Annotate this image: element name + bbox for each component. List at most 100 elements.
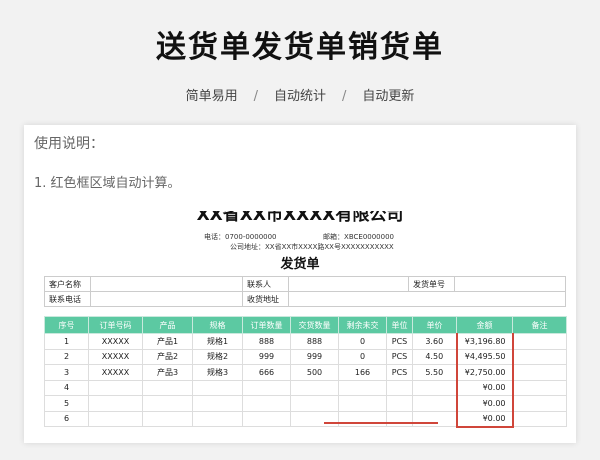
table-cell[interactable]: 5.50	[412, 364, 457, 381]
table-cell[interactable]	[386, 410, 413, 427]
phone-field[interactable]	[90, 291, 243, 307]
table-cell[interactable]: 规格3	[192, 364, 243, 381]
table-cell[interactable]	[242, 395, 291, 412]
column-header: 交货数量	[290, 316, 339, 334]
table-cell[interactable]: 666	[242, 364, 291, 381]
table-cell[interactable]: 4.50	[412, 348, 457, 365]
table-cell[interactable]: 3	[44, 364, 89, 381]
table-row: 6 ¥0.00	[44, 410, 567, 428]
table-cell[interactable]	[412, 410, 457, 427]
company-address: 公司地址：XX省XX市XXXX路XX号XXXXXXXXXXX	[230, 243, 394, 251]
items-header-row: 序号 订单号码 产品 规格 订单数量 交货数量 剩余未交 单位 单价 金额 备注	[44, 316, 567, 334]
column-header: 金额	[456, 316, 513, 334]
table-cell[interactable]: XXXXX	[88, 364, 143, 381]
table-cell[interactable]	[88, 395, 143, 412]
table-cell[interactable]: 166	[338, 364, 387, 381]
table-cell[interactable]	[242, 410, 291, 427]
table-cell[interactable]	[290, 395, 339, 412]
table-cell[interactable]	[338, 410, 387, 427]
amount-cell: ¥3,196.80	[455, 333, 514, 350]
feature-item: 自动统计	[273, 89, 326, 104]
column-header: 产品	[142, 316, 193, 334]
amount-cell: ¥2,750.00	[455, 364, 514, 381]
table-cell[interactable]: 0	[338, 333, 387, 350]
items-body: 1 XXXXX 产品1 规格1 888 888 0 PCS 3.60 ¥3,196.80 2 XXXX…	[44, 333, 567, 428]
table-cell[interactable]: 6	[44, 410, 89, 427]
feature-item: 自动更新	[362, 89, 415, 104]
table-cell[interactable]	[142, 379, 193, 396]
order-number-field[interactable]	[454, 276, 566, 292]
table-cell[interactable]: 4	[44, 379, 89, 396]
table-cell[interactable]: PCS	[386, 348, 413, 365]
table-cell[interactable]	[512, 395, 567, 412]
table-cell[interactable]: 0	[338, 348, 387, 365]
contact-person-field[interactable]	[288, 276, 409, 292]
table-cell[interactable]	[412, 379, 457, 396]
contact-person-label: 联系人	[242, 276, 289, 292]
table-cell[interactable]: 5	[44, 395, 89, 412]
table-cell[interactable]	[512, 333, 567, 350]
table-cell[interactable]	[192, 410, 243, 427]
table-cell[interactable]: 999	[290, 348, 339, 365]
table-cell[interactable]: 888	[242, 333, 291, 350]
table-cell[interactable]: 2	[44, 348, 89, 365]
phone-label: 联系电话	[44, 291, 91, 307]
feature-separator: /	[253, 89, 258, 104]
table-cell[interactable]	[338, 379, 387, 396]
table-cell[interactable]: 3.60	[412, 333, 457, 350]
column-header: 订单号码	[88, 316, 143, 334]
delivery-address-field[interactable]	[288, 291, 566, 307]
amount-cell: ¥4,495.50	[455, 348, 514, 365]
table-cell[interactable]	[88, 410, 143, 427]
document-title: 发货单	[280, 257, 320, 272]
company-tel: 电话：0700-0000000	[204, 233, 277, 241]
company-name: XX省XX市XXXX有限公司	[196, 211, 404, 225]
table-cell[interactable]	[290, 379, 339, 396]
table-cell[interactable]: XXXXX	[88, 333, 143, 350]
table-cell[interactable]	[386, 395, 413, 412]
table-cell[interactable]	[512, 348, 567, 365]
amount-cell: ¥0.00	[455, 410, 514, 428]
table-cell[interactable]	[290, 410, 339, 427]
table-row: 3 XXXXX 产品3 规格3 666 500 166 PCS 5.50 ¥2,750.00	[44, 364, 567, 381]
customer-name-label: 客户名称	[44, 276, 91, 292]
instructions-line: 1. 红色框区域自动计算。	[34, 176, 181, 191]
column-header: 规格	[192, 316, 243, 334]
table-cell[interactable]: XXXXX	[88, 348, 143, 365]
table-cell[interactable]	[512, 364, 567, 381]
table-row: 4 ¥0.00	[44, 379, 567, 396]
table-cell[interactable]	[192, 379, 243, 396]
order-number-label: 发货单号	[408, 276, 455, 292]
table-cell[interactable]: 产品2	[142, 348, 193, 365]
table-cell[interactable]: 888	[290, 333, 339, 350]
table-cell[interactable]	[242, 379, 291, 396]
table-cell[interactable]	[142, 410, 193, 427]
feature-list: 简单易用 / 自动统计 / 自动更新	[0, 85, 600, 104]
feature-item: 简单易用	[185, 89, 238, 104]
table-cell[interactable]	[142, 395, 193, 412]
table-cell[interactable]: 1	[44, 333, 89, 350]
column-header: 订单数量	[242, 316, 291, 334]
table-cell[interactable]	[512, 379, 567, 396]
table-cell[interactable]	[192, 395, 243, 412]
table-cell[interactable]	[338, 395, 387, 412]
table-cell[interactable]	[386, 379, 413, 396]
table-cell[interactable]: 规格1	[192, 333, 243, 350]
table-cell[interactable]	[412, 395, 457, 412]
customer-info-table: 客户名称 联系人 发货单号 联系电话 收货地址	[44, 276, 566, 307]
table-cell[interactable]	[88, 379, 143, 396]
table-cell[interactable]	[512, 410, 567, 427]
column-header: 备注	[512, 316, 567, 334]
table-cell[interactable]: 规格2	[192, 348, 243, 365]
table-cell[interactable]: 500	[290, 364, 339, 381]
amount-cell: ¥0.00	[455, 379, 514, 396]
table-cell[interactable]: 产品3	[142, 364, 193, 381]
document-preview-card: 使用说明： 1. 红色框区域自动计算。 XX省XX市XXXX有限公司 电话：07…	[24, 125, 576, 443]
table-cell[interactable]: PCS	[386, 333, 413, 350]
company-email: 邮箱：XBCE0000000	[323, 233, 394, 241]
table-cell[interactable]: PCS	[386, 364, 413, 381]
customer-name-field[interactable]	[90, 276, 243, 292]
table-row: 2 XXXXX 产品2 规格2 999 999 0 PCS 4.50 ¥4,495.50	[44, 348, 567, 365]
table-cell[interactable]: 产品1	[142, 333, 193, 350]
table-cell[interactable]: 999	[242, 348, 291, 365]
